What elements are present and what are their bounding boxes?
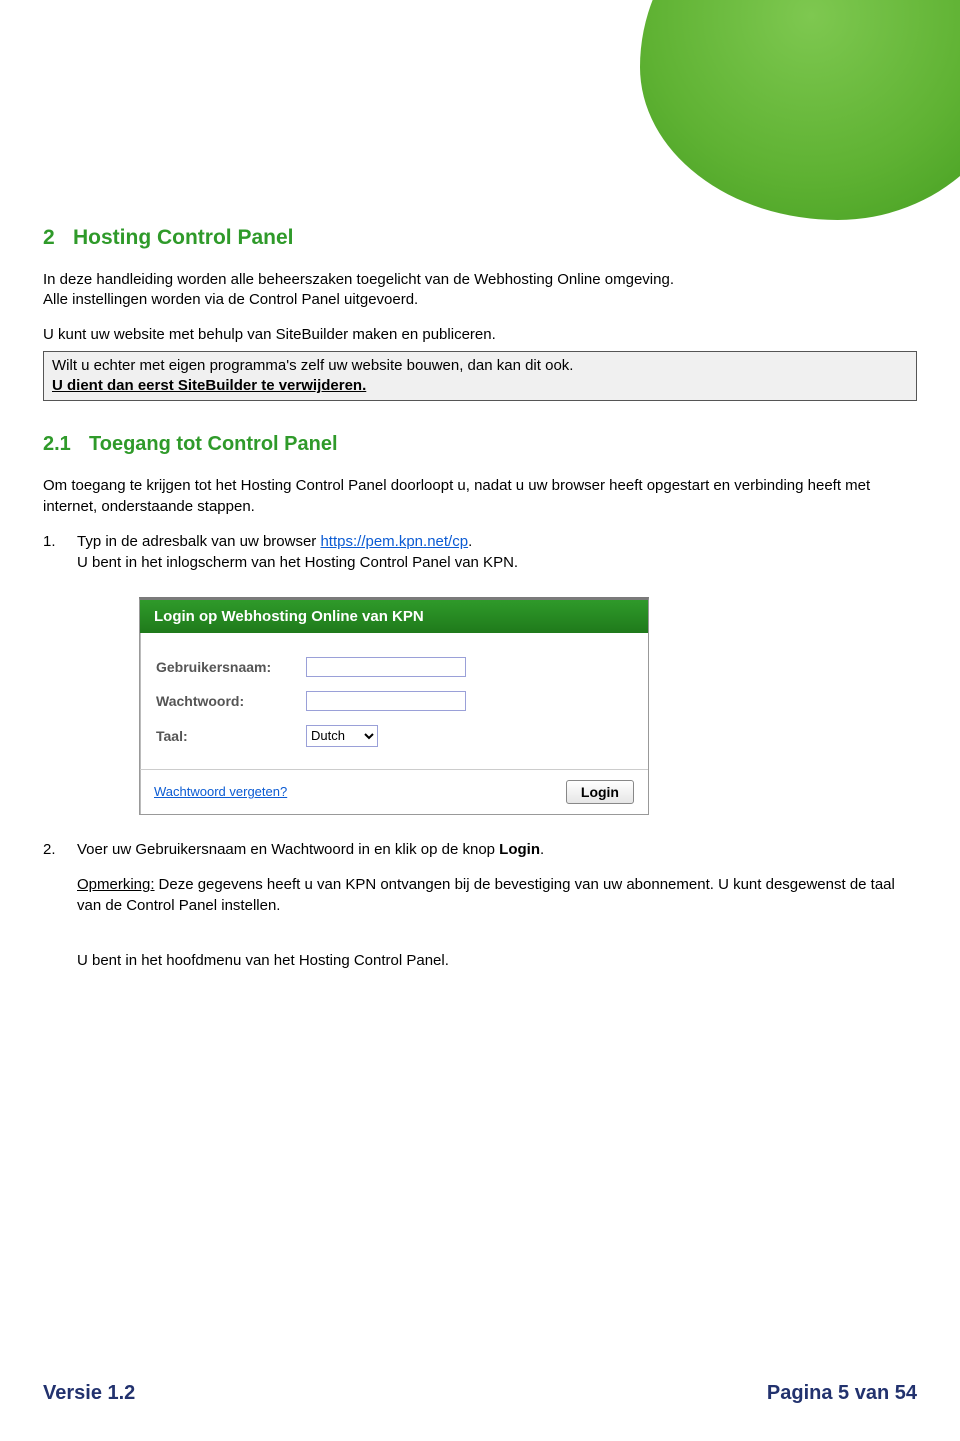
callout-line-1: Wilt u echter met eigen programma's zelf…	[52, 356, 908, 376]
login-button[interactable]: Login	[566, 780, 634, 804]
username-label: Gebruikersnaam:	[156, 659, 306, 675]
step-1-text-b: .	[468, 533, 472, 550]
password-input[interactable]	[306, 691, 466, 711]
forgot-password-link[interactable]: Wachtwoord vergeten?	[154, 784, 287, 799]
heading-subsection-number: 2.1	[43, 433, 89, 456]
login-row-username: Gebruikersnaam:	[156, 657, 632, 677]
heading-chapter-title: Hosting Control Panel	[73, 226, 294, 249]
footer-version: Versie 1.2	[43, 1382, 135, 1405]
heading-subsection: 2.1Toegang tot Control Panel	[43, 433, 917, 456]
step-2: 2. Voer uw Gebruikersnaam en Wachtwoord …	[43, 839, 917, 971]
callout-line-2: U dient dan eerst SiteBuilder te verwijd…	[52, 376, 908, 396]
note-label: Opmerking:	[77, 876, 155, 893]
step-2-text-b: Login	[499, 841, 540, 858]
login-row-language: Taal: Dutch	[156, 725, 632, 747]
callout-box: Wilt u echter met eigen programma's zelf…	[43, 351, 917, 402]
heading-chapter-number: 2	[43, 226, 73, 250]
note-text: Deze gegevens heeft u van KPN ontvangen …	[77, 876, 895, 914]
login-panel-body: Gebruikersnaam: Wachtwoord: Taal: Dutch	[140, 633, 648, 769]
username-input[interactable]	[306, 657, 466, 677]
result-text: U bent in het hoofdmenu van het Hosting …	[77, 950, 917, 971]
page-content: 2Hosting Control Panel In deze handleidi…	[43, 226, 917, 977]
intro-line-1: In deze handleiding worden alle beheersz…	[43, 270, 917, 290]
sitebuilder-note: U kunt uw website met behulp van SiteBui…	[43, 325, 917, 345]
intro-line-2: Alle instellingen worden via de Control …	[43, 290, 917, 310]
login-panel-figure: Login op Webhosting Online van KPN Gebru…	[139, 597, 649, 815]
heading-subsection-title: Toegang tot Control Panel	[89, 433, 338, 455]
step-1-text-a: Typ in de adresbalk van uw browser	[77, 533, 320, 550]
step-2-text-c: .	[540, 841, 544, 858]
step-1-link[interactable]: https://pem.kpn.net/cp	[320, 533, 468, 550]
login-row-password: Wachtwoord:	[156, 691, 632, 711]
heading-chapter: 2Hosting Control Panel	[43, 226, 917, 250]
step-1-number: 1.	[43, 531, 77, 573]
decorative-blob	[640, 0, 960, 220]
step-2-number: 2.	[43, 839, 77, 971]
language-label: Taal:	[156, 728, 306, 744]
note-row: Opmerking:Deze gegevens heeft u van KPN …	[77, 874, 917, 916]
login-panel-footer: Wachtwoord vergeten? Login	[140, 769, 648, 814]
password-label: Wachtwoord:	[156, 693, 306, 709]
page-footer: Versie 1.2 Pagina 5 van 54	[43, 1382, 917, 1405]
subsection-intro: Om toegang te krijgen tot het Hosting Co…	[43, 476, 917, 517]
login-panel-title: Login op Webhosting Online van KPN	[140, 600, 648, 633]
ordered-steps: 1. Typ in de adresbalk van uw browser ht…	[43, 531, 917, 573]
language-select[interactable]: Dutch	[306, 725, 378, 747]
footer-page: Pagina 5 van 54	[767, 1382, 917, 1405]
step-1: 1. Typ in de adresbalk van uw browser ht…	[43, 531, 917, 573]
ordered-steps-2: 2. Voer uw Gebruikersnaam en Wachtwoord …	[43, 839, 917, 971]
step-2-text-a: Voer uw Gebruikersnaam en Wachtwoord in …	[77, 841, 499, 858]
step-1-text-c: U bent in het inlogscherm van het Hostin…	[77, 554, 518, 571]
